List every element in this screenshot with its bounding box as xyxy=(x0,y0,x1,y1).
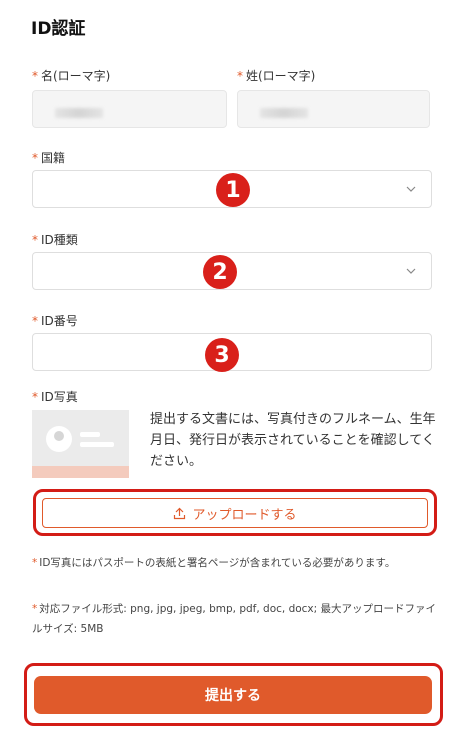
submit-button[interactable]: 提出する xyxy=(34,676,432,714)
first-name-label: * 名(ローマ字) xyxy=(32,69,111,83)
photo-description: 提出する文書には、写真付きのフルネーム、生年月日、発行日が表示されていることを確… xyxy=(150,412,436,469)
page-title: ID認証 xyxy=(31,19,86,39)
chevron-down-icon xyxy=(406,268,416,274)
id-number-label: * ID番号 xyxy=(32,314,78,328)
id-type-label: * ID種類 xyxy=(32,233,78,247)
required-mark: * xyxy=(32,314,38,328)
first-name-input[interactable] xyxy=(32,90,227,128)
annotation-badge-1: 1 xyxy=(216,173,250,207)
required-mark: * xyxy=(32,151,38,165)
blurred-value xyxy=(260,108,308,118)
id-photo-label: * ID写真 xyxy=(32,390,78,404)
upload-button[interactable]: アップロードする xyxy=(42,498,428,528)
required-mark: * xyxy=(237,69,243,83)
nationality-label: * 国籍 xyxy=(32,151,66,165)
note-passport: * ID写真にはパスポートの表紙と署名ページが含まれている必要があります。 xyxy=(32,557,396,569)
annotation-badge-2: 2 xyxy=(203,255,237,289)
last-name-input[interactable] xyxy=(237,90,430,128)
id-card-illustration xyxy=(32,410,129,478)
required-mark: * xyxy=(32,390,38,404)
annotation-badge-3: 3 xyxy=(205,338,239,372)
blurred-value xyxy=(55,108,103,118)
required-mark: * xyxy=(32,69,38,83)
upload-icon xyxy=(174,507,186,519)
upload-label: アップロードする xyxy=(192,507,297,523)
chevron-down-icon xyxy=(406,186,416,192)
note-file-format: * 対応ファイル形式: png, jpg, jpeg, bmp, pdf, doc… xyxy=(32,603,437,635)
last-name-label: * 姓(ローマ字) xyxy=(237,69,316,83)
required-mark: * xyxy=(32,233,38,247)
